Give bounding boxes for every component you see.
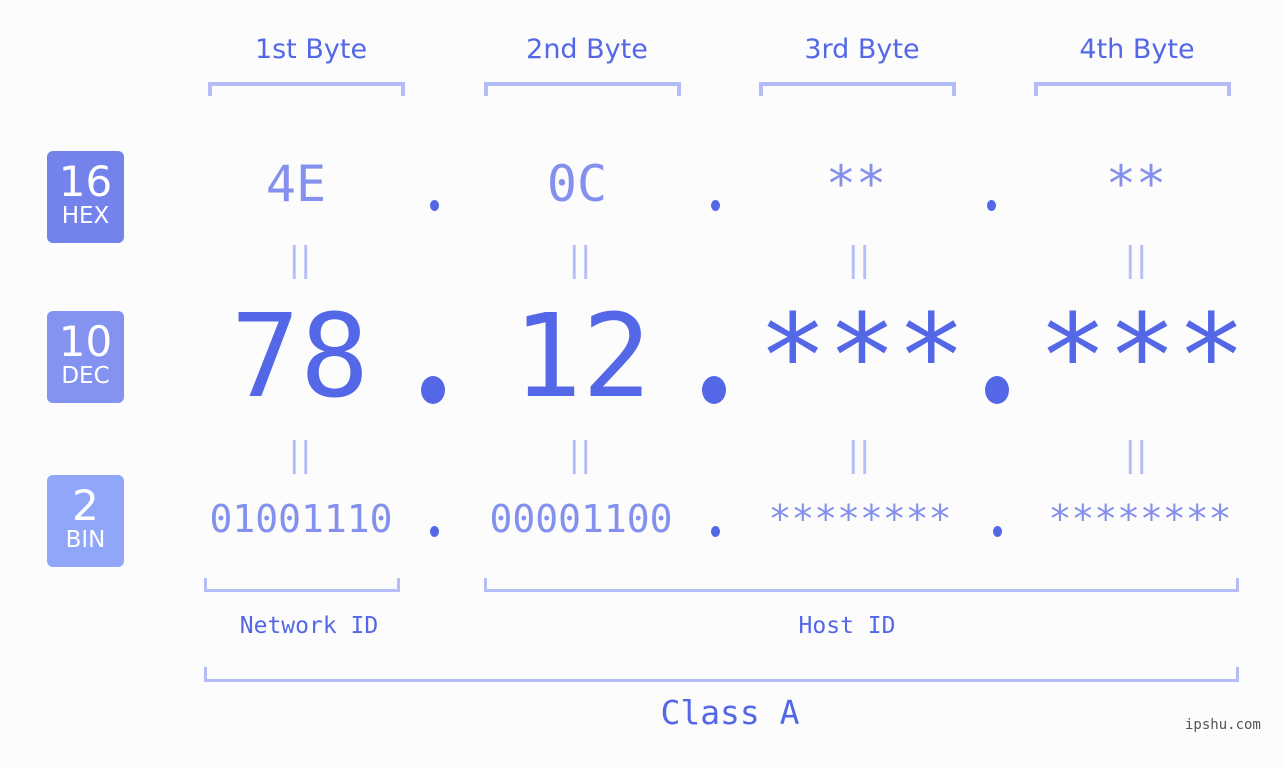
dec-dot-2 xyxy=(702,376,726,404)
hex-badge: 16 HEX xyxy=(47,151,124,243)
byte-header-2: 2nd Byte xyxy=(526,34,648,65)
dec-dot-3 xyxy=(985,376,1009,404)
hex-badge-base: 16 xyxy=(58,157,113,206)
hex-byte-3: ** xyxy=(825,155,887,213)
bin-byte-2: 00001100 xyxy=(489,497,673,541)
byte-header-3: 3rd Byte xyxy=(804,34,920,65)
dec-byte-1: 78 xyxy=(230,290,370,424)
byte-header-1: 1st Byte xyxy=(254,34,368,65)
network-id-label: Network ID xyxy=(239,613,379,639)
equals-icon: || xyxy=(568,240,592,280)
bin-dot-3 xyxy=(993,526,1002,537)
network-id-bracket xyxy=(204,578,400,592)
dec-byte-3: *** xyxy=(758,290,966,424)
dec-byte-4: *** xyxy=(1038,290,1246,424)
bin-badge-label: BIN xyxy=(65,527,106,553)
byte-bracket-4 xyxy=(1034,82,1231,96)
hex-dot-2 xyxy=(711,200,720,211)
bin-byte-1: 01001110 xyxy=(209,497,393,541)
byte-bracket-3 xyxy=(759,82,956,96)
dec-badge-base: 10 xyxy=(58,317,113,366)
bin-dot-1 xyxy=(430,526,439,537)
equals-icon: || xyxy=(568,435,592,475)
byte-header-4: 4th Byte xyxy=(1079,34,1195,65)
equals-icon: || xyxy=(288,240,312,280)
watermark: ipshu.com xyxy=(1185,717,1261,733)
host-id-bracket xyxy=(484,578,1239,592)
hex-byte-1: 4E xyxy=(265,155,327,213)
hex-badge-label: HEX xyxy=(61,203,110,229)
bin-badge-base: 2 xyxy=(72,481,99,530)
host-id-label: Host ID xyxy=(798,613,896,639)
equals-icon: || xyxy=(847,435,871,475)
bin-dot-2 xyxy=(711,526,720,537)
equals-icon: || xyxy=(1124,240,1148,280)
dec-badge-label: DEC xyxy=(61,363,110,389)
equals-icon: || xyxy=(288,435,312,475)
hex-dot-1 xyxy=(430,200,439,211)
equals-icon: || xyxy=(1124,435,1148,475)
class-bracket xyxy=(204,667,1239,682)
hex-byte-4: ** xyxy=(1105,155,1167,213)
hex-byte-2: 0C xyxy=(546,155,608,213)
bin-badge: 2 BIN xyxy=(47,475,124,567)
byte-bracket-2 xyxy=(484,82,681,96)
bin-byte-4: ******** xyxy=(1048,497,1232,541)
byte-bracket-1 xyxy=(208,82,405,96)
hex-dot-3 xyxy=(987,200,996,211)
dec-dot-1 xyxy=(421,376,445,404)
class-label: Class A xyxy=(660,693,800,732)
equals-icon: || xyxy=(847,240,871,280)
dec-badge: 10 DEC xyxy=(47,311,124,403)
dec-byte-2: 12 xyxy=(512,290,652,424)
bin-byte-3: ******** xyxy=(768,497,952,541)
